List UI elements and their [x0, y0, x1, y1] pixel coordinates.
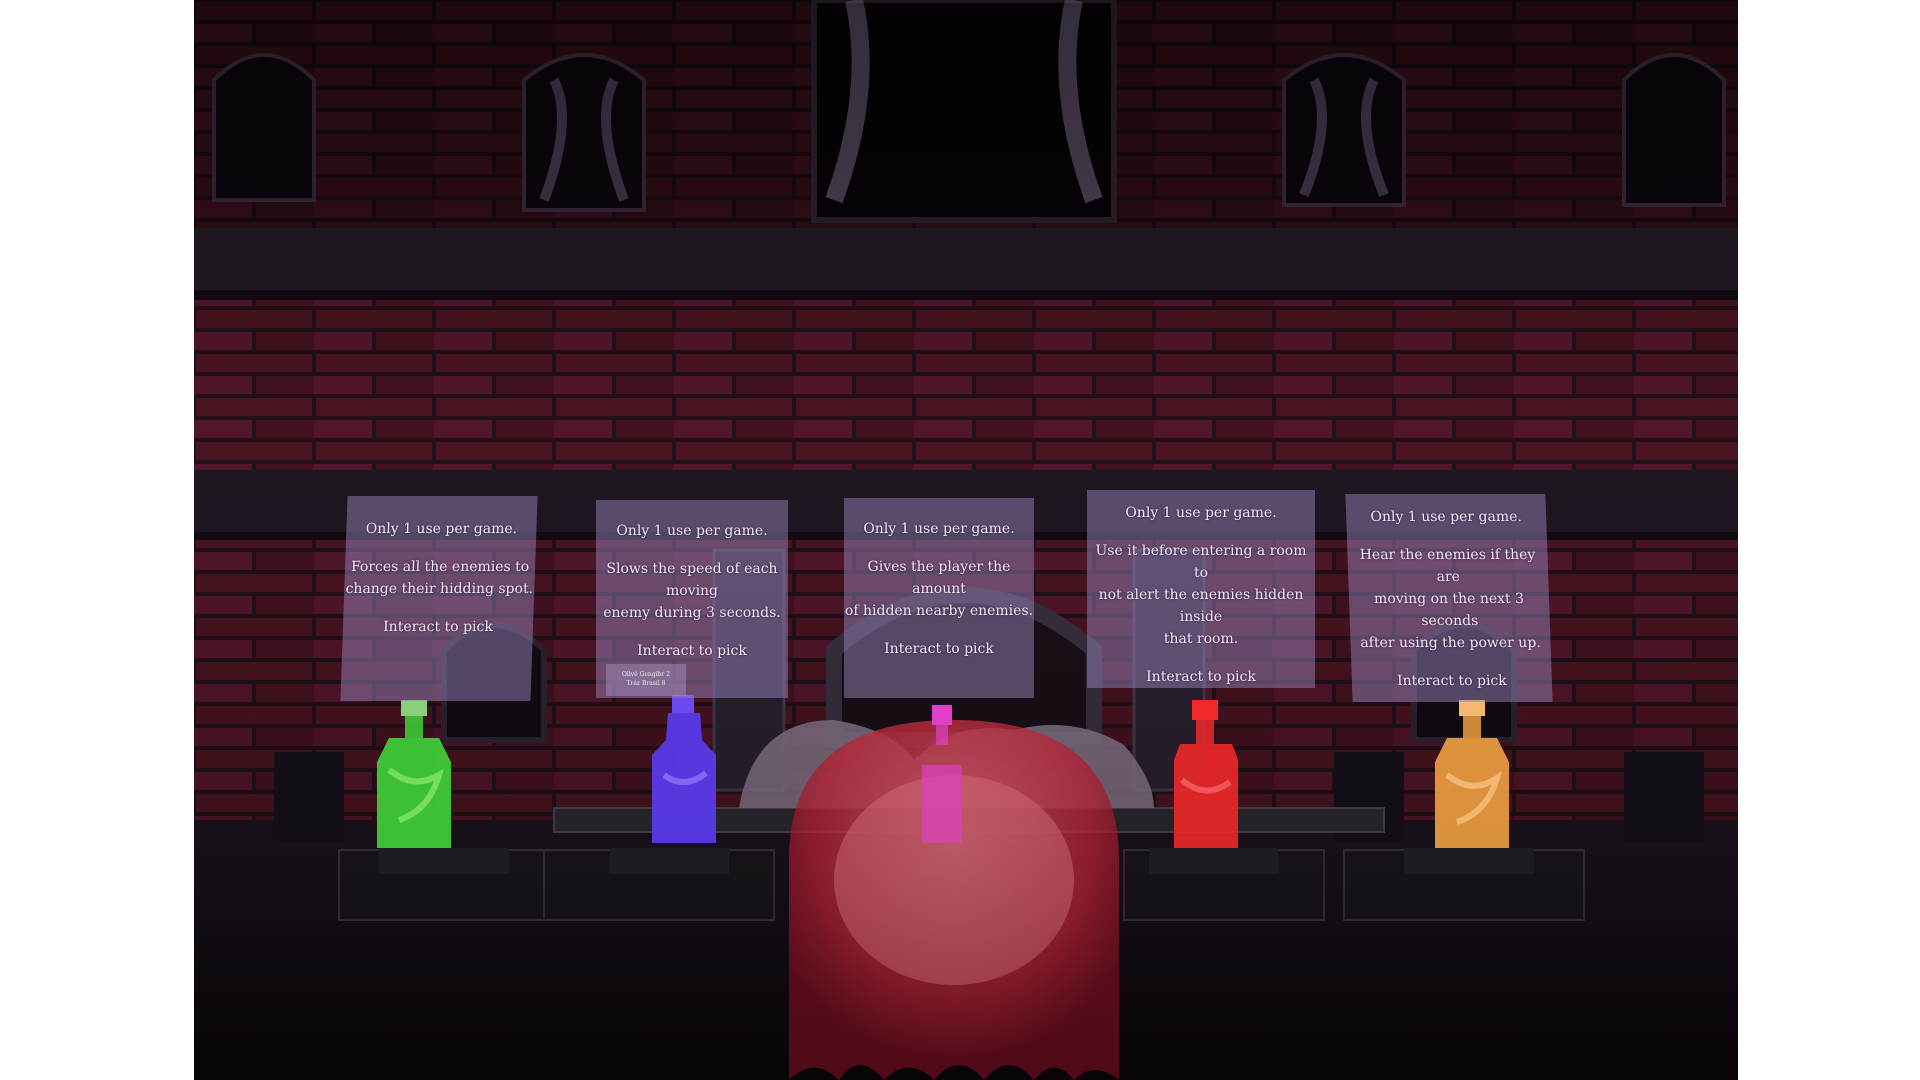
powerup-panel-1: Only 1 use per game. Forces all the enem…: [340, 496, 538, 701]
red-potion[interactable]: [1166, 700, 1246, 850]
panel-2-description: Slows the speed of each moving enemy dur…: [603, 561, 781, 621]
powerup-panel-5: Only 1 use per game. Hear the enemies if…: [1345, 494, 1553, 702]
panel-4-header: Only 1 use per game.: [1125, 505, 1277, 521]
panel-3-action[interactable]: Interact to pick: [844, 638, 1034, 660]
green-potion[interactable]: [369, 700, 459, 850]
panel-2-action[interactable]: Interact to pick: [596, 640, 788, 662]
panel-4-description: Use it before entering a room to not ale…: [1095, 543, 1307, 647]
panel-2-header: Only 1 use per game.: [616, 523, 768, 539]
sign-line-1: Olivé Gengibr 2: [621, 671, 670, 678]
panel-4-action[interactable]: Interact to pick: [1087, 666, 1315, 688]
panel-5-header: Only 1 use per game.: [1370, 509, 1523, 525]
panel-1-action[interactable]: Interact to pick: [343, 616, 534, 638]
powerup-panel-3: Only 1 use per game. Gives the player th…: [844, 498, 1034, 698]
powerup-panel-4: Only 1 use per game. Use it before enter…: [1087, 490, 1315, 688]
purple-potion[interactable]: [644, 695, 724, 845]
pink-potion[interactable]: [912, 705, 972, 845]
wall-sign: Olivé Gengibr 2 Tráz Brasil 8: [606, 664, 686, 696]
panel-3-description: Gives the player the amount of hidden ne…: [844, 559, 1034, 619]
panel-5-action[interactable]: Interact to pick: [1352, 670, 1553, 692]
game-viewport[interactable]: Only 1 use per game. Forces all the enem…: [194, 0, 1738, 1080]
panel-1-description: Forces all the enemies to change their h…: [345, 559, 534, 597]
sign-line-2: Tráz Brasil 8: [626, 680, 666, 687]
panel-3-header: Only 1 use per game.: [863, 521, 1015, 537]
orange-potion[interactable]: [1427, 700, 1517, 850]
panel-5-description: Hear the enemies if they are moving on t…: [1359, 547, 1542, 651]
panel-1-header: Only 1 use per game.: [365, 521, 518, 537]
